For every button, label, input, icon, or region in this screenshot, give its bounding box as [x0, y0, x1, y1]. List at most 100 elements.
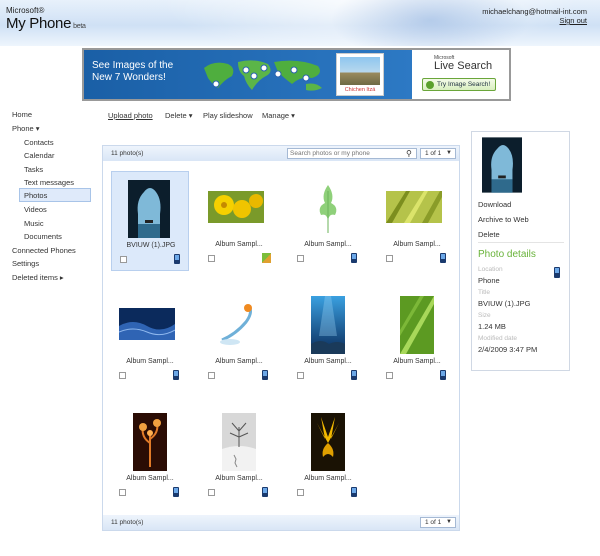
- page-selector-label: 1 of 1: [425, 150, 442, 157]
- ad-banner[interactable]: See Images of the New 7 Wonders! Chichen…: [82, 48, 511, 101]
- delete-link[interactable]: Delete: [478, 230, 500, 239]
- user-email: michaelchang@hotmail-int.com: [482, 7, 587, 16]
- photo-tile[interactable]: BVIUW (1).JPG: [111, 171, 189, 271]
- phone-icon: [351, 487, 357, 497]
- photo-title: Album Sampl...: [304, 241, 352, 248]
- nav-calendar[interactable]: Calendar: [24, 151, 54, 160]
- app-icon: [262, 253, 271, 263]
- photo-select-checkbox[interactable]: [120, 256, 127, 263]
- photo-thumbnail: [133, 413, 167, 471]
- phone-icon: [174, 254, 180, 264]
- photo-tile[interactable]: Album Sampl...: [378, 171, 456, 271]
- photo-tile[interactable]: Album Sampl...: [289, 405, 367, 505]
- photo-thumbnail: [313, 181, 343, 237]
- photo-count: 11 photo(s): [111, 150, 144, 157]
- photo-thumbnail: [128, 180, 170, 238]
- pyramid-image: [340, 57, 380, 85]
- photo-select-checkbox[interactable]: [119, 372, 126, 379]
- live-search-panel[interactable]: Microsoft Live Search Try Image Search!: [412, 50, 509, 99]
- phone-icon: [440, 253, 446, 263]
- photo-thumbnail: [222, 413, 256, 471]
- phone-icon: [173, 370, 179, 380]
- gallery-header-bar: 11 photo(s) ⚲ 1 of 1 ▼: [103, 146, 459, 161]
- search-icon[interactable]: ⚲: [406, 149, 416, 158]
- photo-tile[interactable]: Album Sampl...: [111, 288, 189, 388]
- nav-tasks[interactable]: Tasks: [24, 165, 43, 174]
- phone-icon: [262, 370, 268, 380]
- nav-music[interactable]: Music: [24, 219, 44, 228]
- page-selector-label: 1 of 1: [425, 519, 442, 526]
- photo-select-checkbox[interactable]: [208, 489, 215, 496]
- nav-home[interactable]: Home: [12, 110, 32, 119]
- ad-photo-caption: Chichen Itzá: [344, 87, 376, 93]
- live-search-logo: Live Search: [434, 60, 493, 72]
- photo-select-checkbox[interactable]: [297, 255, 304, 262]
- modified-date-value: 2/4/2009 3:47 PM: [478, 345, 538, 354]
- manage-menu-button[interactable]: Manage ▾: [262, 111, 295, 120]
- photo-search-input[interactable]: [287, 148, 417, 159]
- photo-tile[interactable]: Album Sampl...: [200, 405, 278, 505]
- photo-select-checkbox[interactable]: [297, 489, 304, 496]
- photo-select-checkbox[interactable]: [386, 372, 393, 379]
- phone-icon: [351, 253, 357, 263]
- photo-title: Album Sampl...: [215, 475, 263, 482]
- photo-tile[interactable]: Album Sampl...: [378, 288, 456, 388]
- nav-deleted-items[interactable]: Deleted items ▸: [12, 273, 64, 282]
- app-header: Microsoft® My Phone beta michaelchang@hot…: [0, 0, 600, 46]
- photo-tile[interactable]: Album Sampl...: [200, 171, 278, 271]
- try-image-search-button[interactable]: Try Image Search!: [422, 78, 496, 91]
- photo-select-checkbox[interactable]: [297, 372, 304, 379]
- photo-tile[interactable]: Album Sampl...: [289, 171, 367, 271]
- phone-icon: [554, 267, 560, 278]
- nav-connected-phones[interactable]: Connected Phones: [12, 246, 76, 255]
- photo-thumbnail: [216, 300, 262, 350]
- upload-photo-button[interactable]: Upload photo: [108, 111, 153, 120]
- nav-videos[interactable]: Videos: [24, 205, 47, 214]
- photo-thumbnail: [311, 413, 345, 471]
- photo-count-footer: 11 photo(s): [111, 519, 144, 526]
- ad-wonder-photo[interactable]: Chichen Itzá: [336, 53, 384, 96]
- photo-tile[interactable]: Album Sampl...: [200, 288, 278, 388]
- page-selector-bottom[interactable]: 1 of 1 ▼: [420, 517, 456, 528]
- sign-out-link[interactable]: Sign out: [559, 16, 587, 25]
- play-slideshow-button[interactable]: Play slideshow: [203, 111, 253, 120]
- photo-select-checkbox[interactable]: [208, 255, 215, 262]
- photo-title: Album Sampl...: [126, 358, 174, 365]
- search-go-icon: [426, 81, 434, 89]
- phone-icon: [262, 487, 268, 497]
- nav-phone[interactable]: Phone ▾: [12, 124, 40, 133]
- photo-tile[interactable]: Album Sampl...: [289, 288, 367, 388]
- photo-title: Album Sampl...: [215, 358, 263, 365]
- brand-product: My Phone: [6, 15, 72, 32]
- photo-select-checkbox[interactable]: [119, 489, 126, 496]
- nav-contacts[interactable]: Contacts: [24, 138, 54, 147]
- photo-thumbnail: [386, 191, 442, 223]
- photo-title: Album Sampl...: [393, 358, 441, 365]
- archive-to-web-link[interactable]: Archive to Web: [478, 215, 529, 224]
- photo-title: Album Sampl...: [215, 241, 263, 248]
- world-map-graphic: [204, 60, 322, 91]
- photo-title: Album Sampl...: [126, 475, 174, 482]
- delete-menu-button[interactable]: Delete ▾: [165, 111, 193, 120]
- location-label: Location: [478, 266, 503, 273]
- nav-photos[interactable]: Photos: [19, 188, 91, 202]
- ad-wonders-panel[interactable]: See Images of the New 7 Wonders! Chichen…: [84, 50, 412, 99]
- photo-select-checkbox[interactable]: [386, 255, 393, 262]
- photo-thumbnail: [400, 296, 434, 354]
- phone-icon: [351, 370, 357, 380]
- photo-tile[interactable]: Album Sampl...: [111, 405, 189, 505]
- location-value: Phone: [478, 276, 500, 285]
- download-link[interactable]: Download: [478, 200, 511, 209]
- modified-date-label: Modified date: [478, 335, 518, 342]
- photo-select-checkbox[interactable]: [208, 372, 215, 379]
- photo-title: Album Sampl...: [304, 475, 352, 482]
- phone-icon: [173, 487, 179, 497]
- brand-logo[interactable]: My Phone beta: [6, 15, 86, 32]
- nav-documents[interactable]: Documents: [24, 232, 62, 241]
- page-selector-top[interactable]: 1 of 1 ▼: [420, 148, 456, 159]
- nav-settings[interactable]: Settings: [12, 259, 39, 268]
- nav-text-messages[interactable]: Text messages: [24, 178, 74, 187]
- selected-photo-preview[interactable]: [482, 137, 522, 193]
- photo-title: Album Sampl...: [304, 358, 352, 365]
- size-value: 1.24 MB: [478, 322, 506, 331]
